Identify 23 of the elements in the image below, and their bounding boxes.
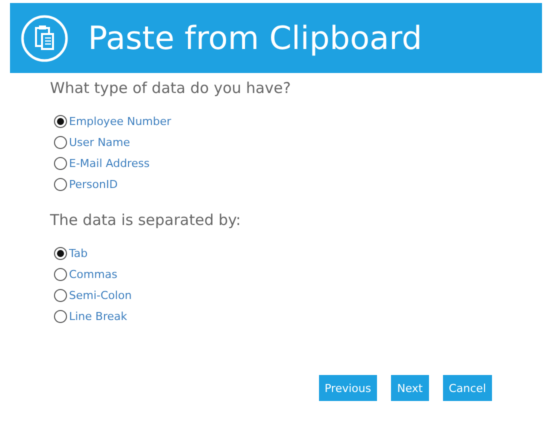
option-label[interactable]: User Name xyxy=(69,136,130,149)
radio-button[interactable] xyxy=(54,268,67,281)
radio-button[interactable] xyxy=(54,247,67,260)
option-label[interactable]: Semi-Colon xyxy=(69,289,132,302)
action-button[interactable]: Next xyxy=(391,375,429,401)
page-title: Paste from Clipboard xyxy=(88,19,422,57)
option-label[interactable]: E-Mail Address xyxy=(69,157,150,170)
radio-button[interactable] xyxy=(54,136,67,149)
question-heading: What type of data do you have? xyxy=(50,79,292,97)
question-heading: The data is separated by: xyxy=(50,211,242,229)
option-label[interactable]: Employee Number xyxy=(69,115,172,128)
radio-button[interactable] xyxy=(54,289,67,302)
action-button[interactable]: Previous xyxy=(318,375,378,401)
radio-button[interactable] xyxy=(54,157,67,170)
radio-button[interactable] xyxy=(54,310,67,323)
action-button[interactable]: Cancel xyxy=(442,375,492,401)
option-label[interactable]: Commas xyxy=(69,268,118,281)
option-label[interactable]: Tab xyxy=(69,247,88,260)
option-label[interactable]: Line Break xyxy=(69,310,128,323)
radio-button[interactable] xyxy=(54,115,67,128)
option-label[interactable]: PersonID xyxy=(69,178,118,191)
clipboard-icon xyxy=(21,14,68,62)
radio-button[interactable] xyxy=(54,178,67,191)
